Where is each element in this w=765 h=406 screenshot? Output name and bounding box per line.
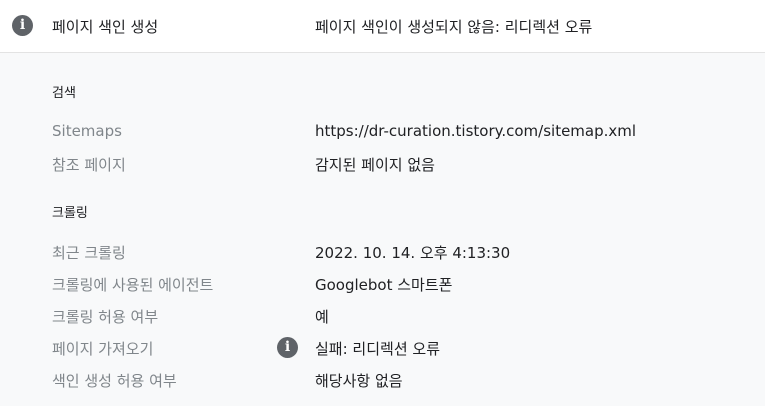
page-fetch-value: 실패: 리디렉션 오류 xyxy=(315,340,440,358)
crawled-as-value: Googlebot 스마트폰 xyxy=(315,276,453,294)
info-icon[interactable]: i xyxy=(277,337,298,358)
details-section: 검색 Sitemaps https://dr-curation.tistory.… xyxy=(0,53,765,406)
last-crawl-value: 2022. 10. 14. 오후 4:13:30 xyxy=(315,244,511,262)
crawl-allowed-label: 크롤링 허용 여부 xyxy=(52,308,159,326)
page-indexing-label: 페이지 색인 생성 xyxy=(52,18,159,36)
page-indexing-summary-row[interactable]: i 페이지 색인 생성 페이지 색인이 생성되지 않음: 리디렉션 오류 xyxy=(0,0,765,53)
indexing-details-panel: i 페이지 색인 생성 페이지 색인이 생성되지 않음: 리디렉션 오류 검색 … xyxy=(0,0,765,406)
page-indexing-status: 페이지 색인이 생성되지 않음: 리디렉션 오류 xyxy=(315,18,593,36)
indexing-allowed-value: 해당사항 없음 xyxy=(315,372,403,390)
referring-page-label: 참조 페이지 xyxy=(52,156,126,174)
referring-page-value: 감지된 페이지 없음 xyxy=(315,156,435,174)
section-title-discovery: 검색 xyxy=(52,86,76,101)
crawled-as-label: 크롤링에 사용된 에이전트 xyxy=(52,276,214,294)
sitemaps-label: Sitemaps xyxy=(52,122,122,140)
page-fetch-label: 페이지 가져오기 xyxy=(52,340,154,358)
last-crawl-label: 최근 크롤링 xyxy=(52,244,126,262)
indexing-allowed-label: 색인 생성 허용 여부 xyxy=(52,372,177,390)
section-title-crawl: 크롤링 xyxy=(52,206,88,221)
info-icon: i xyxy=(12,15,33,36)
sitemaps-value: https://dr-curation.tistory.com/sitemap.… xyxy=(315,122,637,140)
crawl-allowed-value: 예 xyxy=(315,308,329,326)
